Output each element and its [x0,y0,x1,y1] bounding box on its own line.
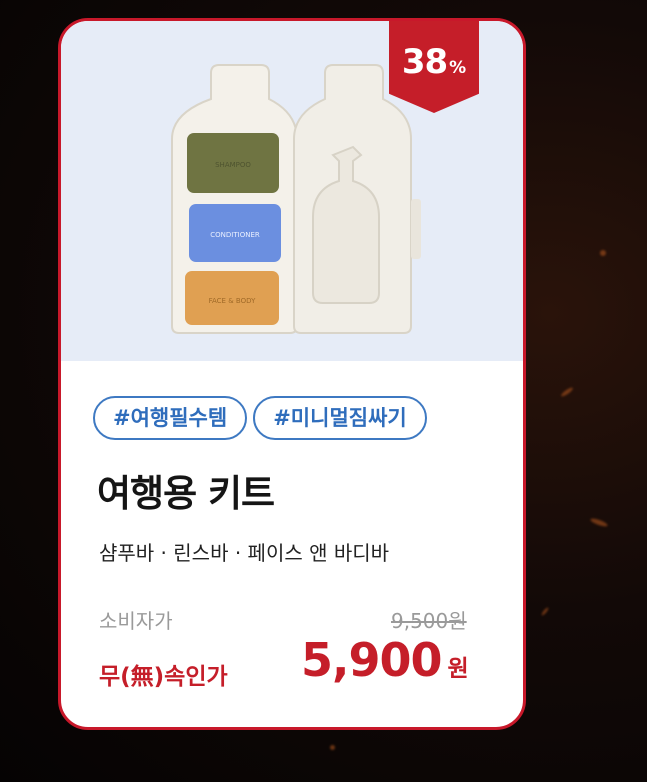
hashtag-minimal-packing[interactable]: #미니멀짐싸기 [253,396,427,440]
discount-unit: % [449,58,467,78]
ember-decoration [560,386,574,398]
retail-price-value: 9,500원 [391,609,467,633]
product-card[interactable]: SHAMPOO CONDITIONER FACE & BODY 38% #여행필… [58,18,526,730]
product-components: 샴푸바 · 린스바 · 페이스 앤 바디바 [99,541,390,565]
product-title: 여행용 키트 [97,472,275,515]
shampoo-bar-label: SHAMPOO [215,161,251,169]
conditioner-bar-label: CONDITIONER [210,231,260,239]
ember-decoration [540,606,550,617]
sale-price-amount: 5,900 [301,633,443,687]
hashtag-travel-essential[interactable]: #여행필수템 [93,396,248,440]
discount-value: 38 [401,42,448,82]
retail-price-label: 소비자가 [99,609,173,633]
ember-decoration [330,745,335,750]
sale-price-label: 무(無)속인가 [99,664,228,690]
ember-decoration [600,250,606,256]
sale-price-currency: 원 [447,656,469,682]
tag-list: #여행필수템 #미니멀짐싸기 [93,396,427,440]
sale-price: 5,900 원 [301,633,469,687]
ember-decoration [589,517,609,528]
face-body-bar-label: FACE & BODY [209,297,256,305]
discount-badge: 38% [389,21,479,113]
